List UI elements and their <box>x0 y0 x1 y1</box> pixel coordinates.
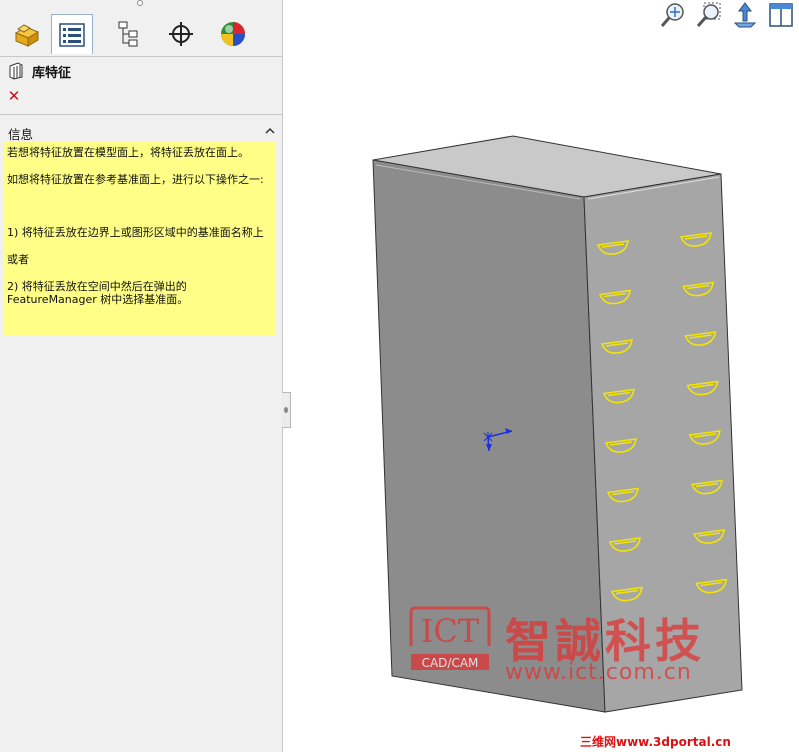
watermark-url: www.ict.com.cn <box>505 660 692 685</box>
logo-text: ICT <box>421 612 480 650</box>
ict-logo: ICT CAD/CAM <box>409 606 491 670</box>
watermark-credit: 三维网www.3dportal.cn <box>580 735 731 749</box>
logo-sub: CAD/CAM <box>422 656 479 670</box>
